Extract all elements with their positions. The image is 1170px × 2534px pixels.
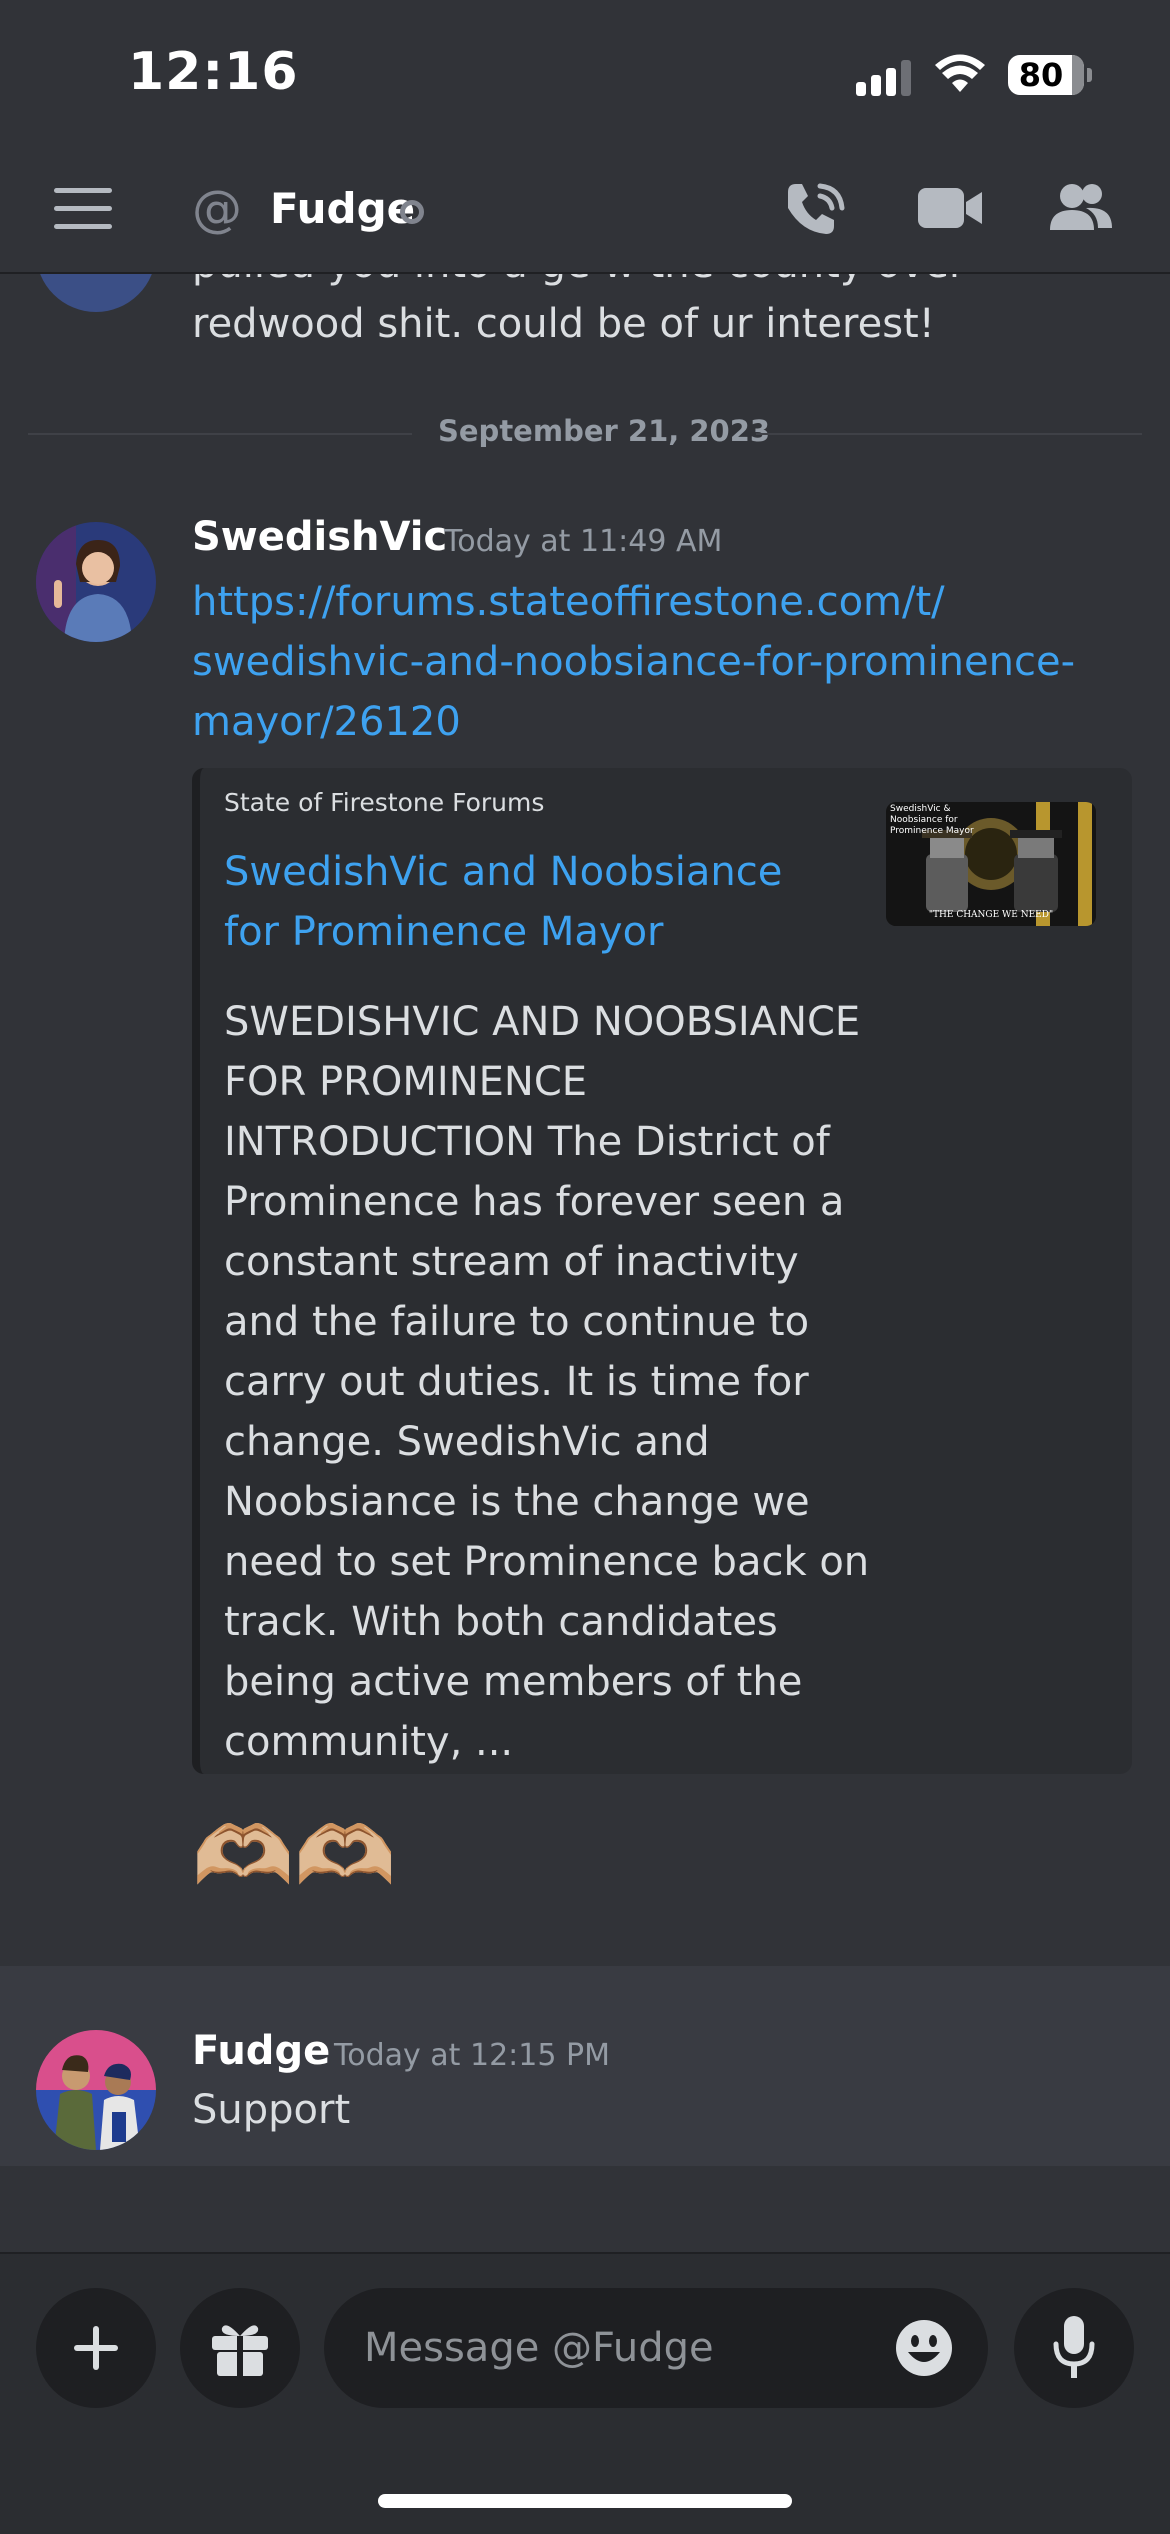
microphone-icon — [1053, 2316, 1095, 2378]
message-author[interactable]: Fudge — [192, 2028, 330, 2074]
message-link[interactable]: https://forums.stateoffirestone.com/t/ s… — [192, 572, 1152, 752]
message-timestamp: Today at 12:15 PM — [334, 2038, 610, 2073]
link-line[interactable]: mayor/26120 — [192, 692, 1152, 752]
gift-button[interactable] — [180, 2288, 300, 2408]
emoji-icon[interactable] — [894, 2318, 954, 2378]
video-call-icon[interactable] — [916, 178, 986, 238]
message-composer — [0, 2252, 1170, 2534]
divider-line — [28, 433, 412, 435]
voice-call-icon[interactable] — [780, 178, 850, 238]
offline-status-icon — [400, 200, 424, 224]
dm-title[interactable]: Fudge — [270, 184, 415, 233]
channel-header: @ Fudge — [0, 150, 1170, 274]
wifi-icon — [935, 54, 985, 92]
embed-provider[interactable]: State of Firestone Forums — [224, 788, 544, 817]
message-input[interactable] — [364, 2288, 864, 2408]
avatar[interactable] — [36, 2030, 156, 2150]
embed-title[interactable]: SwedishVic and Noobsiance for Prominence… — [224, 842, 844, 962]
cellular-signal-icon — [856, 60, 916, 96]
attach-button[interactable] — [36, 2288, 156, 2408]
avatar[interactable] — [36, 272, 156, 312]
message-timestamp: Today at 11:49 AM — [444, 524, 723, 559]
embed-thumbnail[interactable]: SwedishVic & Noobsiance for Prominence M… — [886, 802, 1096, 926]
link-embed[interactable]: State of Firestone Forums SwedishVic and… — [192, 768, 1132, 1774]
link-line[interactable]: swedishvic-and-noobsiance-for-prominence… — [192, 632, 1152, 692]
voice-message-button[interactable] — [1014, 2288, 1134, 2408]
status-bar: 12:16 80 — [0, 0, 1170, 150]
message-list[interactable]: pulled you into a ge w the county over r… — [0, 272, 1170, 2252]
status-time: 12:16 — [128, 42, 299, 102]
thumbnail-tagline: "THE CHANGE WE NEED" — [928, 910, 1054, 920]
message-text: pulled you into a ge w the county over r… — [192, 272, 965, 347]
divider-line — [756, 433, 1142, 435]
battery-icon: 80 — [1008, 55, 1092, 95]
avatar[interactable] — [36, 522, 156, 642]
at-icon: @ — [192, 180, 242, 238]
emoji-message: 🫶🏼🫶🏼 — [192, 1809, 397, 1904]
message-box[interactable] — [324, 2288, 988, 2408]
home-indicator[interactable] — [378, 2494, 792, 2508]
battery-level: 80 — [1018, 56, 1064, 94]
date-divider: September 21, 2023 — [438, 414, 771, 448]
message-author[interactable]: SwedishVic — [192, 514, 447, 560]
highlighted-message[interactable]: Fudge Today at 12:15 PM Support — [0, 1966, 1170, 2166]
menu-icon[interactable] — [54, 188, 112, 230]
link-line[interactable]: https://forums.stateoffirestone.com/t/ — [192, 572, 1152, 632]
gift-icon — [212, 2325, 268, 2376]
embed-description: SWEDISHVIC AND NOOBSIANCE FOR PROMINENCE… — [224, 999, 870, 1765]
members-icon[interactable] — [1046, 178, 1116, 238]
message-text: Support — [192, 2087, 351, 2133]
thumbnail-caption: SwedishVic & Noobsiance for Prominence M… — [890, 804, 974, 836]
